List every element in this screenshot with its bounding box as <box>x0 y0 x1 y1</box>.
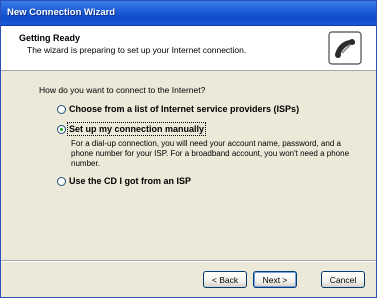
option-choose-isp-label: Choose from a list of Internet service p… <box>69 104 300 114</box>
option-manual-setup-description: For a dial-up connection, you will need … <box>71 139 350 168</box>
option-choose-isp[interactable]: Choose from a list of Internet service p… <box>57 102 299 116</box>
header-title: Getting Ready <box>19 33 81 43</box>
radio-manual-setup[interactable] <box>57 124 66 134</box>
title-bar[interactable]: New Connection Wizard <box>1 1 376 26</box>
header-subtitle: The wizard is preparing to set up your I… <box>27 45 247 55</box>
radio-use-cd[interactable] <box>57 176 66 186</box>
option-manual-setup[interactable]: Set up my connection manually <box>57 122 207 136</box>
phone-modem-icon <box>328 31 362 65</box>
back-button[interactable]: < Back <box>203 271 247 288</box>
window-title: New Connection Wizard <box>7 7 116 18</box>
wizard-header: Getting Ready The wizard is preparing to… <box>1 26 376 71</box>
option-use-cd[interactable]: Use the CD I got from an ISP <box>57 174 191 188</box>
cancel-button[interactable]: Cancel <box>321 271 365 288</box>
radio-choose-isp[interactable] <box>57 104 66 114</box>
wizard-window: New Connection Wizard Getting Ready The … <box>0 0 377 298</box>
footer-separator <box>1 260 376 262</box>
connection-question: How do you want to connect to the Intern… <box>39 85 206 95</box>
option-manual-setup-label: Set up my connection manually <box>66 122 207 136</box>
wizard-content: How do you want to connect to the Intern… <box>1 71 376 261</box>
next-button[interactable]: Next > <box>253 271 297 288</box>
option-use-cd-label: Use the CD I got from an ISP <box>69 176 192 186</box>
